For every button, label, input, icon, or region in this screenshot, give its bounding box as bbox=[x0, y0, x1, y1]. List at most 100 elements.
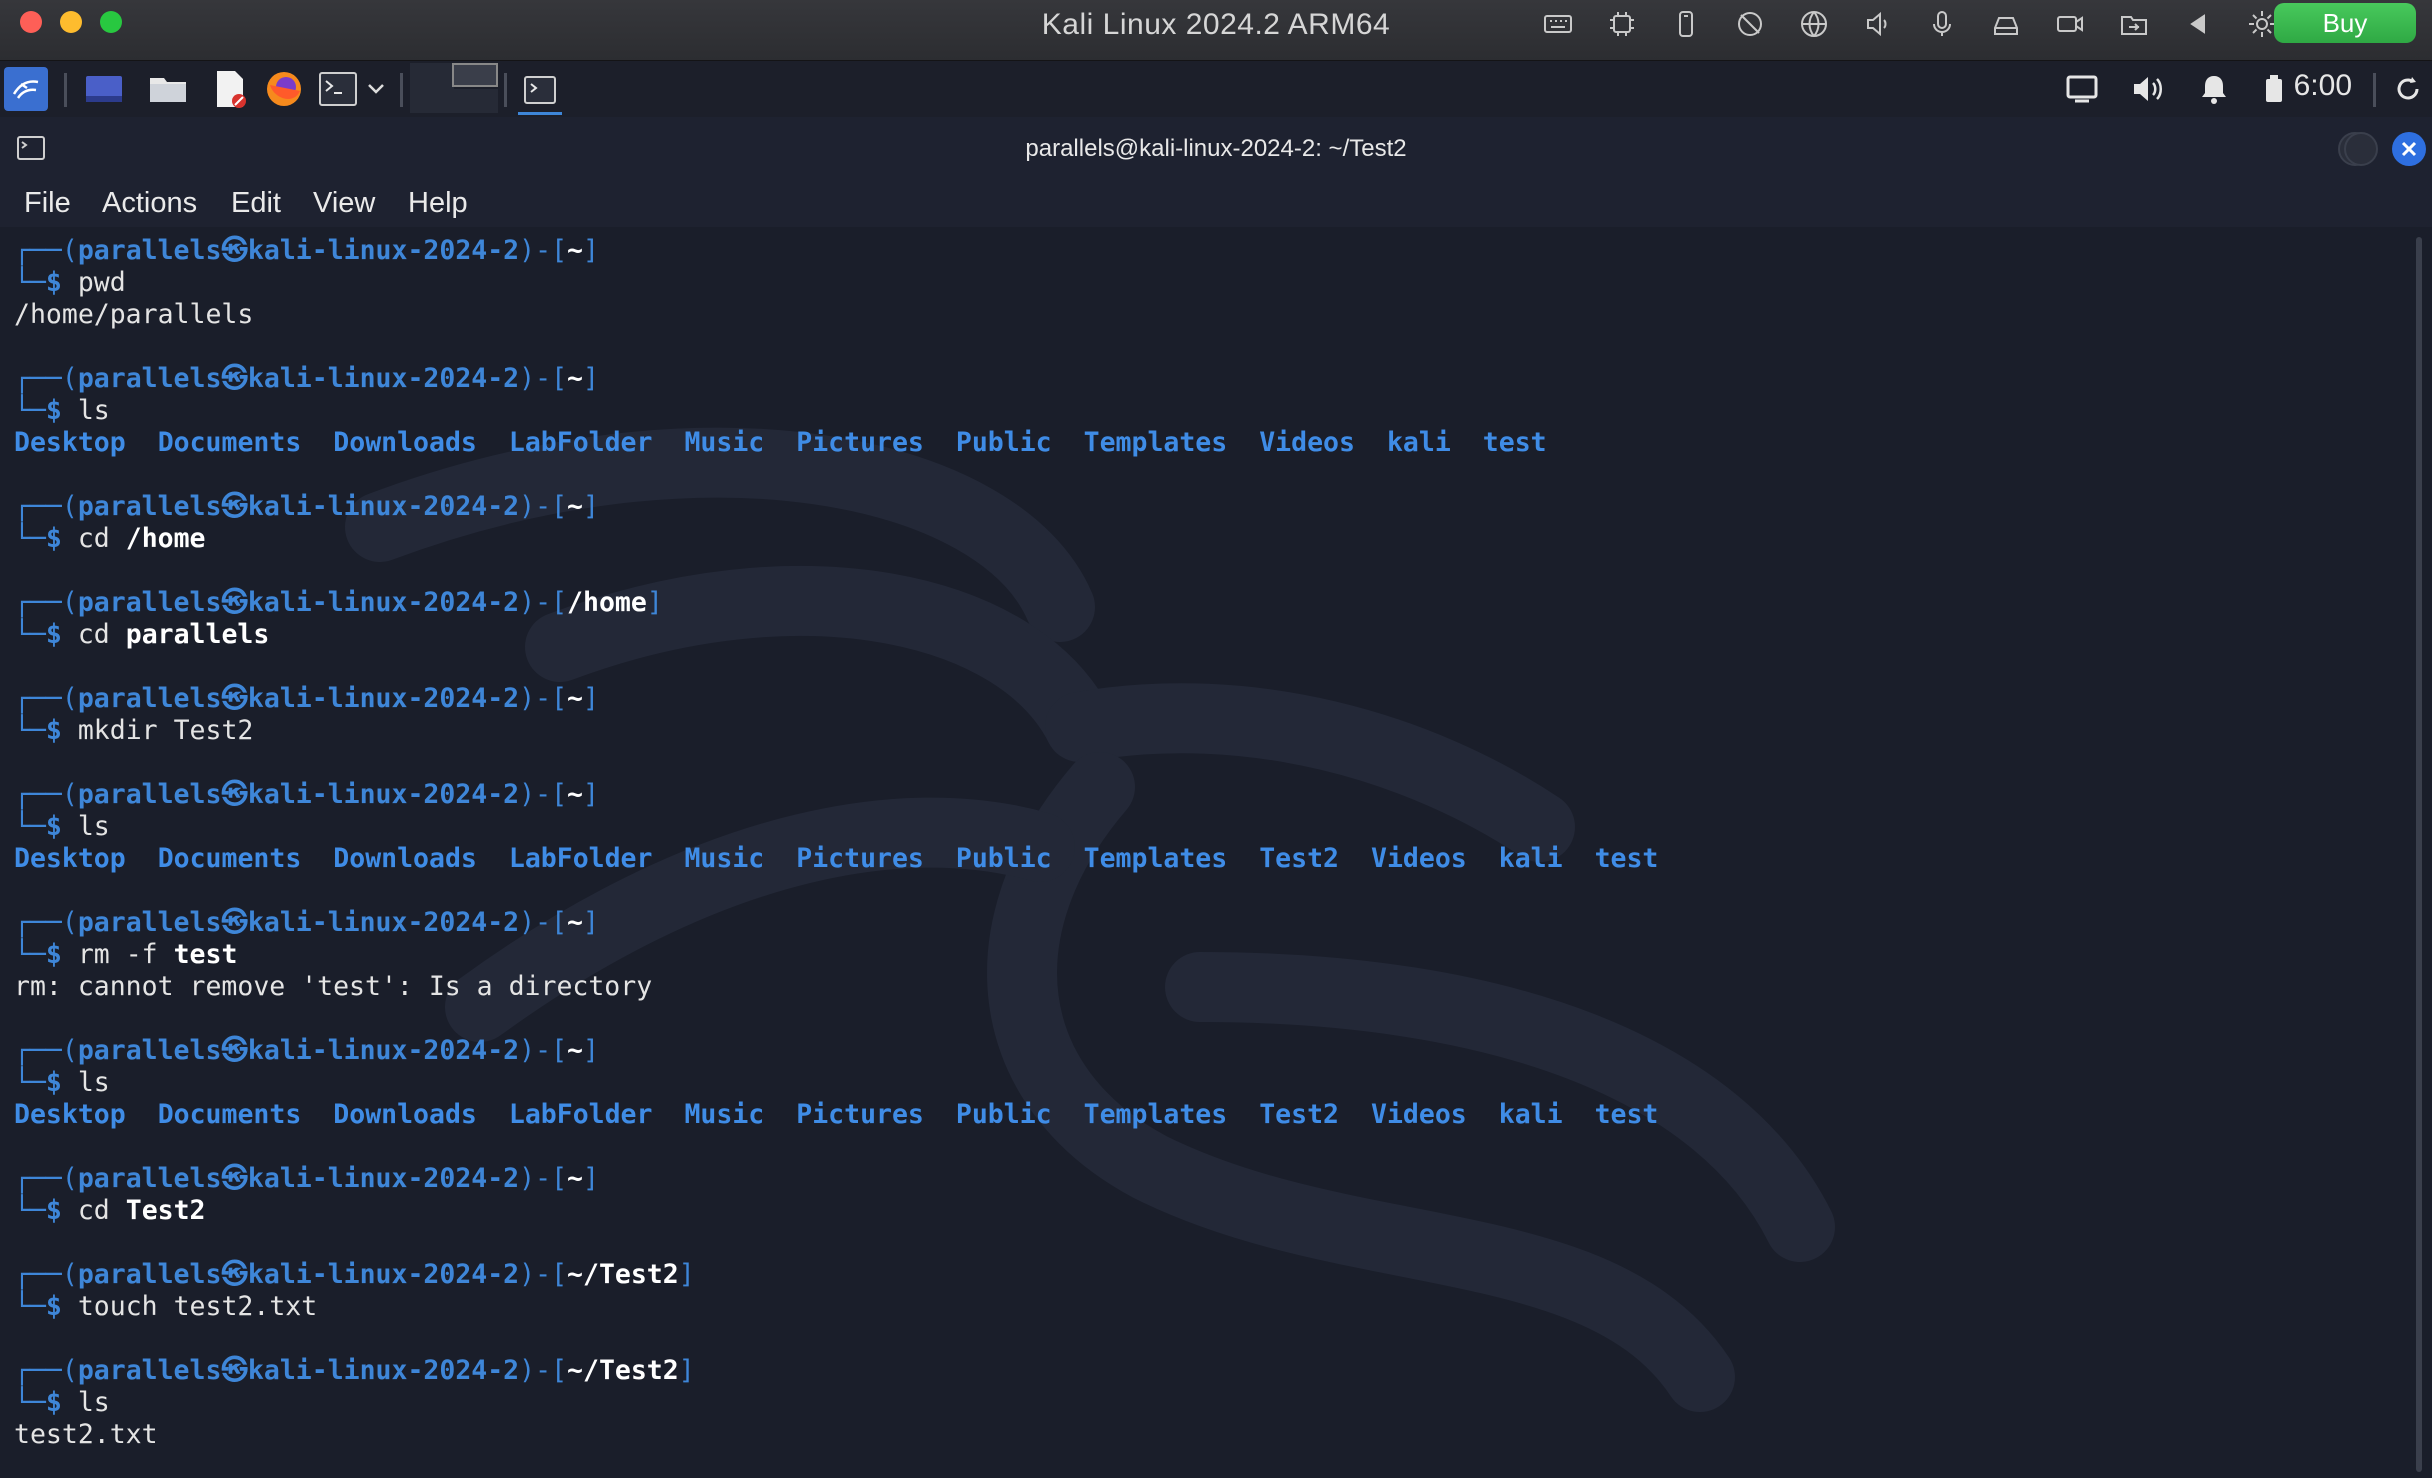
command-name: ls bbox=[77, 811, 110, 842]
keyboard-icon[interactable] bbox=[1538, 6, 1578, 42]
xfce-panel: 6:00 bbox=[0, 61, 2432, 117]
directory-entry: Videos bbox=[1371, 1099, 1467, 1130]
terminal-menu-bar: File Actions Edit View Help bbox=[0, 179, 2432, 227]
cpu-icon[interactable] bbox=[1602, 6, 1642, 42]
maximize-button[interactable] bbox=[2344, 132, 2378, 166]
directory-entry: Public bbox=[955, 427, 1052, 458]
prompt-user-host: parallels㉿kali-linux-2024-2 bbox=[77, 1035, 520, 1066]
notifications-bell-icon[interactable] bbox=[2192, 67, 2236, 111]
prompt-path: ~ bbox=[567, 907, 583, 938]
menu-help[interactable]: Help bbox=[408, 187, 468, 220]
directory-entry: Public bbox=[955, 1099, 1052, 1130]
menu-view[interactable]: View bbox=[313, 187, 375, 220]
battery-icon[interactable] bbox=[2252, 67, 2296, 111]
prompt-frame: ┌──( bbox=[14, 779, 78, 810]
microphone-icon[interactable] bbox=[1922, 6, 1962, 42]
workspace-3[interactable] bbox=[452, 89, 498, 113]
directory-entry: Downloads bbox=[333, 427, 477, 458]
drive-icon[interactable] bbox=[1986, 6, 2026, 42]
prompt-frame: ] bbox=[678, 1259, 695, 1290]
prompt-line: ┌──(parallels㉿kali-linux-2024-2)-[~] bbox=[14, 1163, 2392, 1195]
scrollbar[interactable] bbox=[2416, 237, 2422, 1472]
prompt-frame: )-[ bbox=[519, 1259, 568, 1290]
chevron-down-icon[interactable] bbox=[360, 67, 392, 111]
prompt-user-host: parallels㉿kali-linux-2024-2 bbox=[77, 1259, 520, 1290]
display-icon[interactable] bbox=[2060, 67, 2104, 111]
directory-entry: test bbox=[1594, 843, 1659, 874]
menu-edit[interactable]: Edit bbox=[231, 187, 281, 220]
command-space bbox=[110, 619, 126, 650]
power-refresh-icon[interactable] bbox=[2386, 67, 2430, 111]
kali-menu-icon[interactable] bbox=[4, 67, 48, 111]
text-editor-icon[interactable] bbox=[208, 67, 252, 111]
directory-entry: Pictures bbox=[796, 427, 924, 458]
prompt-frame: )-[ bbox=[519, 1355, 568, 1386]
command-space bbox=[158, 939, 174, 970]
video-icon[interactable] bbox=[2050, 6, 2090, 42]
directory-entry: Videos bbox=[1259, 427, 1355, 458]
prompt-frame: ] bbox=[583, 363, 599, 394]
back-arrow-icon[interactable] bbox=[2178, 6, 2218, 42]
directory-entry: Templates bbox=[1083, 427, 1228, 458]
terminal-launcher-icon[interactable] bbox=[316, 67, 360, 111]
shared-folder-icon[interactable] bbox=[2114, 6, 2154, 42]
prompt-frame: ] bbox=[583, 235, 599, 266]
panel-separator bbox=[64, 73, 67, 107]
prompt-symbol: $ bbox=[45, 1387, 78, 1418]
file-manager-icon[interactable] bbox=[146, 67, 190, 111]
prompt-user-host: parallels㉿kali-linux-2024-2 bbox=[77, 363, 520, 394]
prompt-user-host: parallels㉿kali-linux-2024-2 bbox=[77, 491, 520, 522]
prompt-frame: ┌──( bbox=[14, 363, 78, 394]
panel-separator bbox=[2373, 73, 2376, 107]
task-terminal-button[interactable] bbox=[518, 67, 562, 115]
command-name: ls bbox=[77, 395, 110, 426]
command-name: rm -f bbox=[77, 939, 158, 970]
command-line: └─$ ls bbox=[14, 1067, 2392, 1099]
globe-icon[interactable] bbox=[1794, 6, 1834, 42]
firefox-icon[interactable] bbox=[262, 67, 306, 111]
directory-entry: Documents bbox=[157, 1099, 302, 1130]
speaker-icon[interactable] bbox=[1858, 6, 1898, 42]
command-argument: test bbox=[173, 939, 238, 970]
directory-entry: Downloads bbox=[333, 1099, 477, 1130]
panel-clock[interactable]: 6:00 bbox=[2294, 69, 2352, 103]
workspace-1[interactable] bbox=[410, 63, 454, 113]
command-argument: Test2 bbox=[173, 715, 254, 746]
command-name: pwd bbox=[77, 267, 126, 298]
prompt-frame: ] bbox=[583, 907, 599, 938]
prompt-path: ~ bbox=[567, 363, 583, 394]
prompt-symbol: $ bbox=[45, 1067, 78, 1098]
prompt-path: ~ bbox=[567, 491, 583, 522]
prompt-frame: ┌──( bbox=[14, 1355, 78, 1386]
terminal-output[interactable]: ┌──(parallels㉿kali-linux-2024-2)-[~] └─$ … bbox=[0, 227, 2432, 1478]
command-name: ls bbox=[77, 1067, 110, 1098]
close-button[interactable] bbox=[2392, 132, 2426, 166]
camera-off-icon[interactable] bbox=[1730, 6, 1770, 42]
menu-actions[interactable]: Actions bbox=[102, 187, 197, 220]
workspace-2[interactable] bbox=[452, 63, 498, 87]
prompt-frame: )-[ bbox=[519, 779, 568, 810]
prompt-symbol: $ bbox=[45, 811, 78, 842]
usb-icon[interactable] bbox=[1666, 6, 1706, 42]
menu-file[interactable]: File bbox=[24, 187, 71, 220]
prompt-frame: └─ bbox=[14, 1291, 46, 1322]
command-space bbox=[110, 523, 126, 554]
prompt-line: ┌──(parallels㉿kali-linux-2024-2)-[~] bbox=[14, 235, 2392, 267]
directory-entry: Downloads bbox=[333, 843, 477, 874]
prompt-frame: ┌──( bbox=[14, 235, 78, 266]
window-title: parallels@kali-linux-2024-2: ~/Test2 bbox=[1025, 135, 1407, 162]
ls-output: Desktop Documents Downloads LabFolder Music P… bbox=[14, 843, 2392, 875]
show-desktop-icon[interactable] bbox=[82, 67, 126, 111]
prompt-frame: )-[ bbox=[519, 683, 568, 714]
command-line: └─$ cd /home bbox=[14, 523, 2392, 555]
buy-button[interactable]: Buy bbox=[2274, 3, 2416, 43]
command-output: /home/parallels bbox=[14, 299, 254, 330]
prompt-path: ~/Test2 bbox=[567, 1355, 679, 1386]
command-name: touch bbox=[77, 1291, 158, 1322]
directory-entry: LabFolder bbox=[508, 1099, 653, 1130]
volume-icon[interactable] bbox=[2126, 67, 2170, 111]
prompt-frame: ┌──( bbox=[14, 1259, 78, 1290]
